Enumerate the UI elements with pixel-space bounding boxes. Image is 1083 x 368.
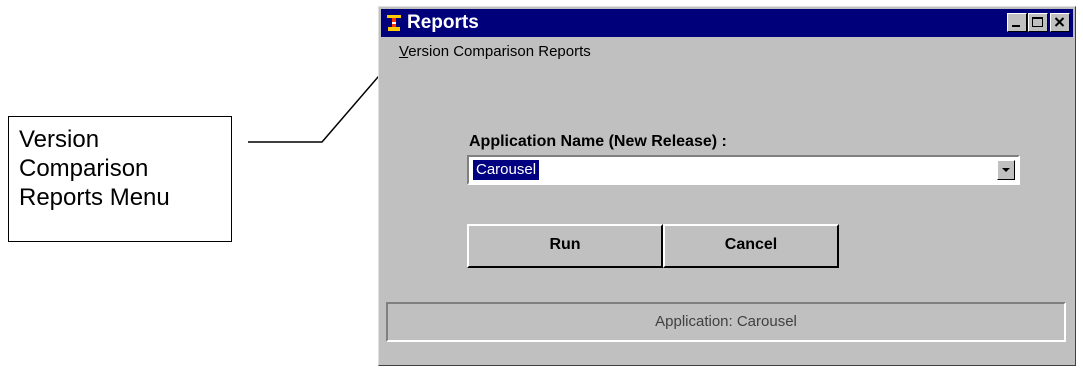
- cancel-button[interactable]: Cancel: [663, 224, 839, 268]
- menu-mnemonic: V: [399, 43, 409, 60]
- menu-version-comparison-reports[interactable]: Version Comparison Reports: [399, 42, 591, 62]
- minimize-icon: [1012, 25, 1020, 27]
- close-button[interactable]: [1050, 13, 1070, 32]
- callout-box: Version Comparison Reports Menu: [8, 116, 232, 242]
- window-title: Reports: [407, 12, 479, 33]
- maximize-button[interactable]: [1028, 13, 1048, 32]
- maximize-icon: [1032, 17, 1043, 27]
- application-name-label: Application Name (New Release) :: [469, 133, 727, 150]
- menu-item-label: ersion Comparison Reports: [408, 43, 591, 60]
- reports-window: Reports Version Comparison Reports Appli…: [378, 6, 1076, 366]
- application-name-value[interactable]: Carousel: [473, 160, 540, 180]
- status-bar: Application: Carousel: [386, 302, 1066, 342]
- dropdown-button[interactable]: [997, 160, 1015, 180]
- application-name-dropdown[interactable]: Carousel: [467, 155, 1020, 185]
- app-icon[interactable]: [385, 14, 403, 32]
- menu-bar: Version Comparison Reports: [381, 39, 1073, 65]
- title-bar[interactable]: Reports: [381, 9, 1073, 37]
- run-button[interactable]: Run: [467, 224, 663, 268]
- callout-line: Version: [19, 126, 100, 153]
- minimize-button[interactable]: [1007, 13, 1027, 32]
- chevron-down-icon: [1002, 168, 1010, 172]
- close-icon: [1054, 17, 1065, 27]
- callout-line: Comparison: [19, 155, 149, 182]
- callout-line: Reports Menu: [19, 184, 170, 211]
